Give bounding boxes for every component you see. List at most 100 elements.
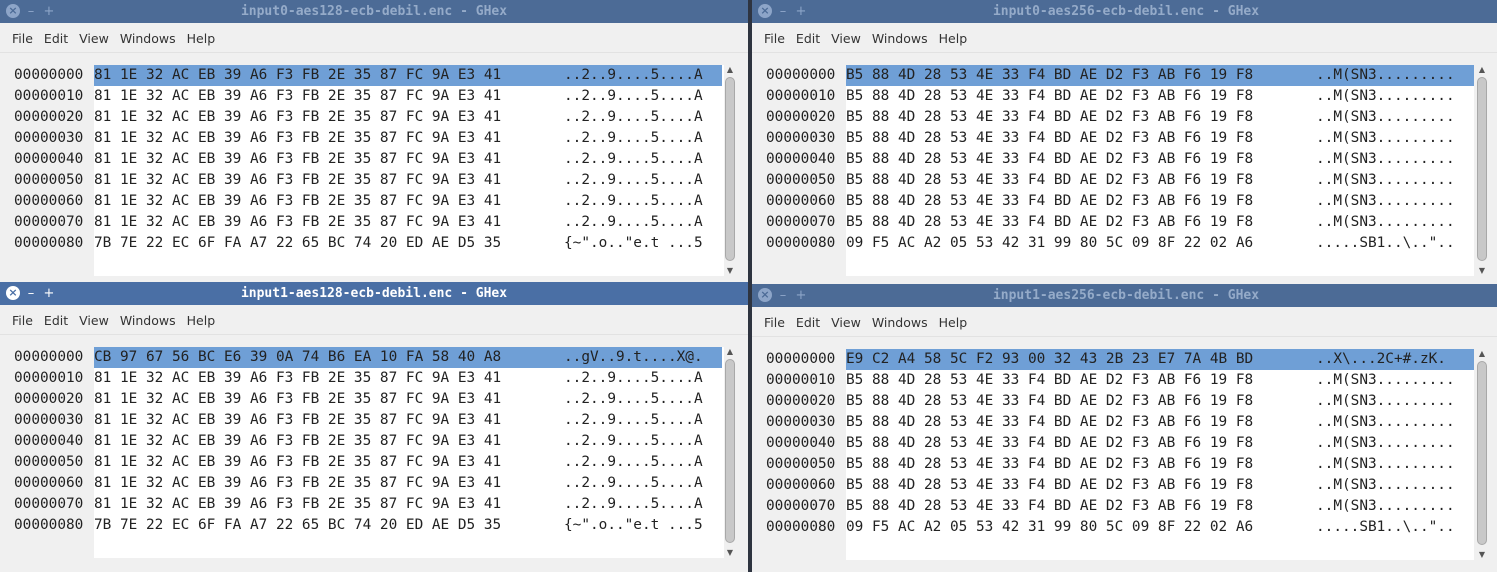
hex-row[interactable]: 81 1E 32 AC EB 39 A6 F3 FB 2E 35 87 FC 9… (94, 431, 724, 452)
menu-help[interactable]: Help (939, 29, 968, 46)
hex-bytes[interactable]: 81 1E 32 AC EB 39 A6 F3 FB 2E 35 87 FC 9… (94, 431, 501, 452)
scroll-up-icon[interactable]: ▲ (1476, 65, 1488, 75)
hex-row[interactable]: 09 F5 AC A2 05 53 42 31 99 80 5C 09 8F 2… (846, 233, 1474, 254)
ascii-text[interactable]: .....SB1..\..".. (1316, 517, 1455, 538)
menu-view[interactable]: View (79, 29, 109, 46)
ascii-text[interactable]: ..2..9....5....A (564, 389, 703, 410)
ascii-text[interactable]: ..2..9....5....A (564, 368, 703, 389)
hex-row[interactable]: B5 88 4D 28 53 4E 33 F4 BD AE D2 F3 AB F… (846, 170, 1474, 191)
hex-row[interactable]: 81 1E 32 AC EB 39 A6 F3 FB 2E 35 87 FC 9… (94, 65, 724, 86)
hex-row[interactable]: B5 88 4D 28 53 4E 33 F4 BD AE D2 F3 AB F… (846, 412, 1474, 433)
scroll-down-icon[interactable]: ▼ (1476, 266, 1488, 276)
ascii-text[interactable]: ..2..9....5....A (564, 86, 703, 107)
hex-row[interactable]: E9 C2 A4 58 5C F2 93 00 32 43 2B 23 E7 7… (846, 349, 1474, 370)
hex-row[interactable]: B5 88 4D 28 53 4E 33 F4 BD AE D2 F3 AB F… (846, 86, 1474, 107)
ascii-text[interactable]: ..M(SN3......... (1316, 107, 1455, 128)
ascii-text[interactable]: ..M(SN3......... (1316, 475, 1455, 496)
scroll-up-icon[interactable]: ▲ (1476, 349, 1488, 359)
ascii-text[interactable]: ..M(SN3......... (1316, 86, 1455, 107)
ascii-text[interactable]: ..M(SN3......... (1316, 191, 1455, 212)
ascii-text[interactable]: ..M(SN3......... (1316, 412, 1455, 433)
ghex-window[interactable]: × – + input1-aes128-ecb-debil.enc - GHex Fil… (0, 282, 748, 572)
menu-edit[interactable]: Edit (796, 29, 820, 46)
menu-windows[interactable]: Windows (120, 29, 176, 46)
hex-row[interactable]: B5 88 4D 28 53 4E 33 F4 BD AE D2 F3 AB F… (846, 128, 1474, 149)
ascii-text[interactable]: ..M(SN3......... (1316, 128, 1455, 149)
vertical-scrollbar[interactable]: ▲ ▼ (724, 347, 736, 558)
ascii-text[interactable]: ..2..9....5....A (564, 494, 703, 515)
title-bar[interactable]: × – + input0-aes128-ecb-debil.enc - GHex (0, 0, 748, 23)
menu-windows[interactable]: Windows (120, 311, 176, 328)
ascii-text[interactable]: ..2..9....5....A (564, 65, 703, 86)
menu-windows[interactable]: Windows (872, 313, 928, 330)
hex-row[interactable]: B5 88 4D 28 53 4E 33 F4 BD AE D2 F3 AB F… (846, 191, 1474, 212)
hex-row[interactable]: 81 1E 32 AC EB 39 A6 F3 FB 2E 35 87 FC 9… (94, 452, 724, 473)
hex-row[interactable]: 7B 7E 22 EC 6F FA A7 22 65 BC 74 20 ED A… (94, 233, 724, 254)
hex-row[interactable]: CB 97 67 56 BC E6 39 0A 74 B6 EA 10 FA 5… (94, 347, 724, 368)
hex-row[interactable]: 81 1E 32 AC EB 39 A6 F3 FB 2E 35 87 FC 9… (94, 149, 724, 170)
hex-bytes[interactable]: B5 88 4D 28 53 4E 33 F4 BD AE D2 F3 AB F… (846, 370, 1253, 391)
hex-bytes[interactable]: B5 88 4D 28 53 4E 33 F4 BD AE D2 F3 AB F… (846, 391, 1253, 412)
hex-bytes[interactable]: 81 1E 32 AC EB 39 A6 F3 FB 2E 35 87 FC 9… (94, 191, 501, 212)
hex-view[interactable]: CB 97 67 56 BC E6 39 0A 74 B6 EA 10 FA 5… (94, 347, 724, 558)
menu-file[interactable]: File (764, 313, 785, 330)
ascii-text[interactable]: ..2..9....5....A (564, 107, 703, 128)
ascii-text[interactable]: ..M(SN3......... (1316, 170, 1455, 191)
hex-view[interactable]: E9 C2 A4 58 5C F2 93 00 32 43 2B 23 E7 7… (846, 349, 1474, 560)
hex-view[interactable]: 81 1E 32 AC EB 39 A6 F3 FB 2E 35 87 FC 9… (94, 65, 724, 276)
hex-bytes[interactable]: 81 1E 32 AC EB 39 A6 F3 FB 2E 35 87 FC 9… (94, 170, 501, 191)
hex-row[interactable]: B5 88 4D 28 53 4E 33 F4 BD AE D2 F3 AB F… (846, 370, 1474, 391)
title-bar[interactable]: × – + input0-aes256-ecb-debil.enc - GHex (752, 0, 1497, 23)
menu-help[interactable]: Help (187, 29, 216, 46)
scroll-thumb[interactable] (1477, 361, 1487, 545)
hex-bytes[interactable]: E9 C2 A4 58 5C F2 93 00 32 43 2B 23 E7 7… (846, 349, 1254, 370)
hex-bytes[interactable]: B5 88 4D 28 53 4E 33 F4 BD AE D2 F3 AB F… (846, 212, 1253, 233)
hex-bytes[interactable]: B5 88 4D 28 53 4E 33 F4 BD AE D2 F3 AB F… (846, 433, 1253, 454)
hex-bytes[interactable]: 81 1E 32 AC EB 39 A6 F3 FB 2E 35 87 FC 9… (94, 410, 501, 431)
ghex-window[interactable]: × – + input0-aes256-ecb-debil.enc - GHex Fil… (752, 0, 1497, 284)
menu-file[interactable]: File (12, 311, 33, 328)
scroll-thumb[interactable] (1477, 77, 1487, 261)
hex-bytes[interactable]: 81 1E 32 AC EB 39 A6 F3 FB 2E 35 87 FC 9… (94, 86, 501, 107)
hex-bytes[interactable]: 09 F5 AC A2 05 53 42 31 99 80 5C 09 8F 2… (846, 233, 1253, 254)
hex-row[interactable]: 81 1E 32 AC EB 39 A6 F3 FB 2E 35 87 FC 9… (94, 389, 724, 410)
hex-row[interactable]: 81 1E 32 AC EB 39 A6 F3 FB 2E 35 87 FC 9… (94, 86, 724, 107)
ascii-text[interactable]: ..M(SN3......... (1316, 496, 1455, 517)
hex-bytes[interactable]: 81 1E 32 AC EB 39 A6 F3 FB 2E 35 87 FC 9… (94, 389, 501, 410)
hex-bytes[interactable]: 81 1E 32 AC EB 39 A6 F3 FB 2E 35 87 FC 9… (94, 128, 501, 149)
hex-bytes[interactable]: B5 88 4D 28 53 4E 33 F4 BD AE D2 F3 AB F… (846, 454, 1253, 475)
ascii-text[interactable]: ..2..9....5....A (564, 191, 703, 212)
hex-bytes[interactable]: 81 1E 32 AC EB 39 A6 F3 FB 2E 35 87 FC 9… (94, 452, 501, 473)
ascii-text[interactable]: ..M(SN3......... (1316, 370, 1455, 391)
hex-bytes[interactable]: 81 1E 32 AC EB 39 A6 F3 FB 2E 35 87 FC 9… (94, 368, 501, 389)
hex-row[interactable]: 81 1E 32 AC EB 39 A6 F3 FB 2E 35 87 FC 9… (94, 191, 724, 212)
scroll-up-icon[interactable]: ▲ (724, 347, 736, 357)
hex-row[interactable]: B5 88 4D 28 53 4E 33 F4 BD AE D2 F3 AB F… (846, 454, 1474, 475)
menu-edit[interactable]: Edit (44, 311, 68, 328)
ghex-window[interactable]: × – + input0-aes128-ecb-debil.enc - GHex Fil… (0, 0, 748, 284)
ascii-text[interactable]: ..2..9....5....A (564, 410, 703, 431)
hex-row[interactable]: 81 1E 32 AC EB 39 A6 F3 FB 2E 35 87 FC 9… (94, 494, 724, 515)
scroll-thumb[interactable] (725, 77, 735, 261)
title-bar[interactable]: × – + input1-aes128-ecb-debil.enc - GHex (0, 282, 748, 305)
ascii-text[interactable]: .....SB1..\..".. (1316, 233, 1455, 254)
hex-row[interactable]: 81 1E 32 AC EB 39 A6 F3 FB 2E 35 87 FC 9… (94, 410, 724, 431)
ascii-text[interactable]: ..M(SN3......... (1316, 391, 1455, 412)
ascii-text[interactable]: {~".o.."e.t ...5 (564, 233, 703, 254)
hex-row[interactable]: 81 1E 32 AC EB 39 A6 F3 FB 2E 35 87 FC 9… (94, 473, 724, 494)
menu-file[interactable]: File (764, 29, 785, 46)
menu-file[interactable]: File (12, 29, 33, 46)
scroll-down-icon[interactable]: ▼ (724, 266, 736, 276)
hex-row[interactable]: B5 88 4D 28 53 4E 33 F4 BD AE D2 F3 AB F… (846, 391, 1474, 412)
hex-row[interactable]: 81 1E 32 AC EB 39 A6 F3 FB 2E 35 87 FC 9… (94, 170, 724, 191)
hex-row[interactable]: B5 88 4D 28 53 4E 33 F4 BD AE D2 F3 AB F… (846, 433, 1474, 454)
menu-edit[interactable]: Edit (796, 313, 820, 330)
ascii-text[interactable]: ..2..9....5....A (564, 212, 703, 233)
ascii-text[interactable]: {~".o.."e.t ...5 (564, 515, 703, 536)
hex-row[interactable]: 7B 7E 22 EC 6F FA A7 22 65 BC 74 20 ED A… (94, 515, 724, 536)
vertical-scrollbar[interactable]: ▲ ▼ (1476, 65, 1488, 276)
scroll-thumb[interactable] (725, 359, 735, 543)
hex-bytes[interactable]: 81 1E 32 AC EB 39 A6 F3 FB 2E 35 87 FC 9… (94, 149, 501, 170)
hex-row[interactable]: B5 88 4D 28 53 4E 33 F4 BD AE D2 F3 AB F… (846, 475, 1474, 496)
menu-help[interactable]: Help (187, 311, 216, 328)
